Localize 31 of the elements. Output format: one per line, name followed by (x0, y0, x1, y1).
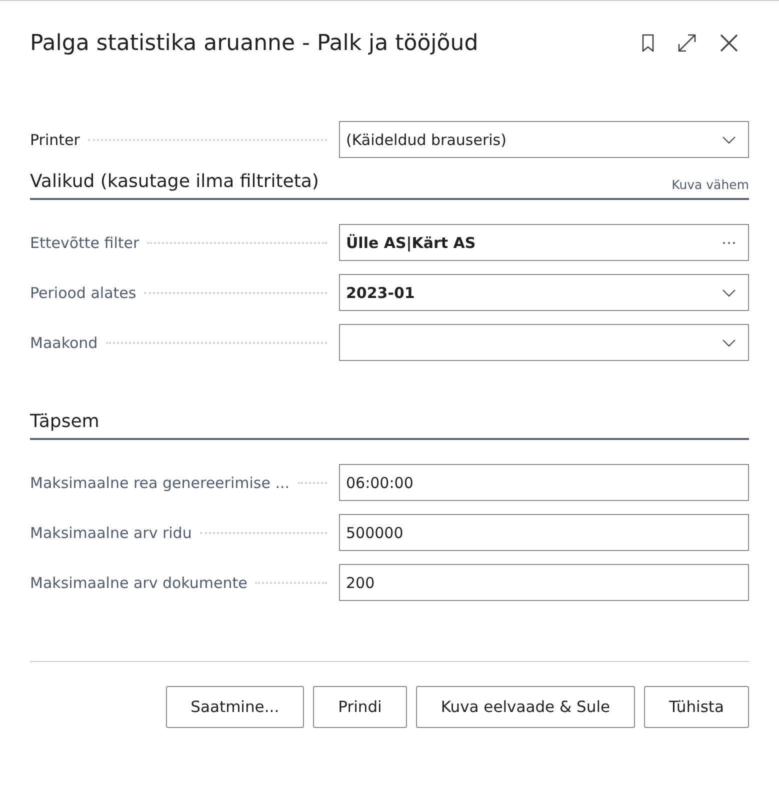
expand-icon[interactable] (677, 33, 697, 53)
input-field[interactable]: 500000 (339, 514, 749, 551)
dialog-button[interactable]: Saatmine... (166, 686, 304, 728)
lookup-field[interactable]: Ülle AS|Kärt AS (339, 224, 749, 261)
close-icon[interactable] (719, 33, 739, 53)
dropdown-field[interactable]: 2023-01 (339, 274, 749, 311)
input-field[interactable]: 06:00:00 (339, 464, 749, 501)
section-title: Täpsem (30, 411, 100, 432)
chevron-down-icon[interactable] (722, 288, 736, 296)
show-less-link[interactable]: Kuva vähem (672, 177, 749, 192)
chevron-down-icon[interactable] (722, 338, 736, 346)
window-title: Palga statistika aruanne - Palk ja tööjõud (30, 30, 478, 56)
field-label: Maksimaalne arv dokumente (30, 574, 248, 592)
section-title: Valikud (kasutage ilma filtriteta) (30, 171, 319, 192)
input-field[interactable]: 200 (339, 564, 749, 601)
field-label: Ettevõtte filter (30, 234, 140, 252)
dotted-leader (255, 582, 327, 584)
bookmark-icon[interactable] (641, 34, 655, 52)
dropdown-field[interactable] (339, 324, 749, 361)
chevron-down-icon[interactable] (722, 136, 736, 144)
dialog-button[interactable]: Prindi (313, 686, 407, 728)
field-label: Maksimaalne rea genereerimise ... (30, 474, 290, 492)
ellipsis-icon[interactable] (722, 240, 736, 244)
dotted-leader (298, 482, 327, 484)
printer-dropdown[interactable]: (Käideldud brauseris) (339, 121, 749, 158)
field-label: Printer (30, 130, 80, 148)
field-label: Maksimaalne arv ridu (30, 524, 192, 542)
field-label: Maakond (30, 334, 98, 352)
dialog-button[interactable]: Kuva eelvaade & Sule (416, 686, 636, 728)
field-label: Periood alates (30, 284, 136, 302)
dialog-button[interactable]: Tühista (644, 686, 749, 728)
